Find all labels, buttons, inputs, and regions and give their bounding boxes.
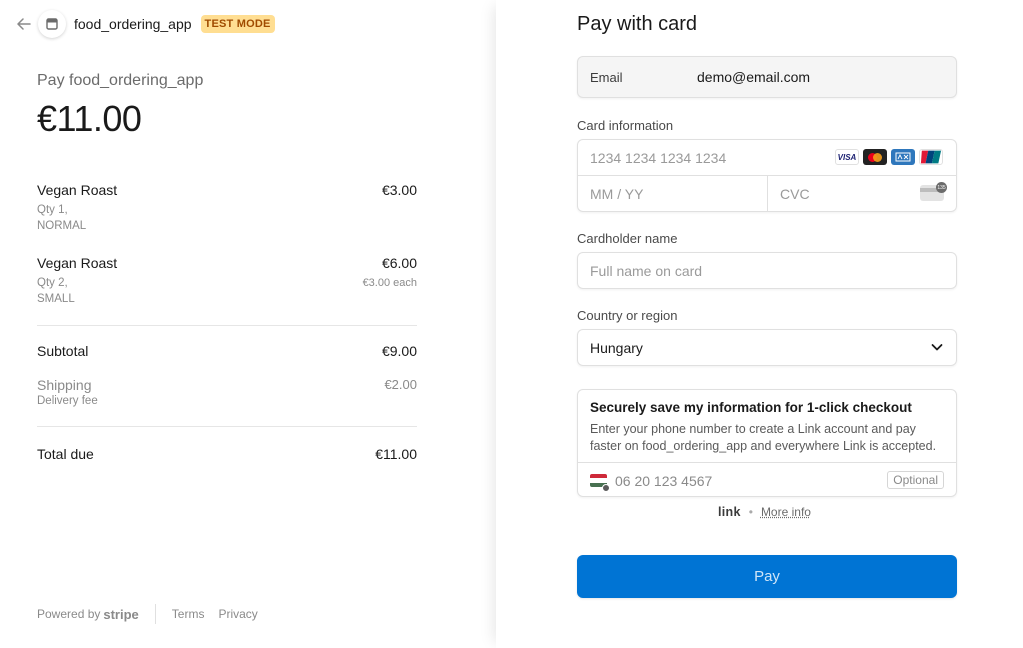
line-item-name: Vegan Roast bbox=[37, 255, 118, 271]
order-summary-panel: food_ordering_app TEST MODE Pay food_ord… bbox=[0, 0, 496, 648]
line-item-qty: Qty 2, bbox=[37, 277, 68, 289]
line-item-name: Vegan Roast bbox=[37, 182, 118, 198]
shipping-label: Shipping bbox=[37, 377, 92, 393]
divider bbox=[37, 426, 417, 427]
total-amount: €11.00 bbox=[37, 98, 142, 139]
cvc-card-icon: 135 bbox=[920, 182, 947, 201]
line-item-price: €6.00 bbox=[381, 255, 417, 271]
phone-value: 06 20 123 4567 bbox=[615, 473, 713, 489]
link-description: Enter your phone number to create a Link… bbox=[590, 422, 937, 453]
back-arrow-icon[interactable] bbox=[14, 14, 34, 34]
country-select[interactable]: Hungary bbox=[577, 329, 957, 366]
shipping-value: €2.00 bbox=[384, 377, 417, 392]
email-value: demo@email.com bbox=[697, 69, 811, 85]
card-info-label: Card information bbox=[577, 118, 674, 133]
link-meta: link • More info bbox=[718, 505, 811, 519]
privacy-link[interactable]: Privacy bbox=[218, 607, 257, 621]
merchant-name: food_ordering_app bbox=[74, 16, 192, 32]
shipping-sub: Delivery fee bbox=[37, 395, 98, 407]
check-badge-icon bbox=[602, 484, 610, 492]
cardholder-label: Cardholder name bbox=[577, 231, 678, 246]
shipping-row: Shipping €2.00 Delivery fee bbox=[37, 377, 417, 407]
stripe-logo[interactable]: stripe bbox=[103, 607, 138, 622]
card-brands: VISA bbox=[835, 149, 943, 165]
merchant-header: food_ordering_app TEST MODE bbox=[14, 10, 275, 38]
footer: Powered by stripe Terms Privacy bbox=[37, 604, 272, 624]
link-logo: link bbox=[718, 505, 741, 519]
line-item: Vegan Roast €6.00 €3.00 each Qty 2, SMAL… bbox=[37, 255, 417, 307]
line-item-qty: Qty 1, bbox=[37, 204, 68, 216]
amex-icon bbox=[891, 149, 915, 165]
unionpay-icon bbox=[919, 149, 943, 165]
subtotal-value: €9.00 bbox=[381, 343, 417, 359]
card-number-placeholder: 1234 1234 1234 1234 bbox=[590, 150, 727, 166]
country-label: Country or region bbox=[577, 308, 678, 323]
link-title: Securely save my information for 1-click… bbox=[590, 400, 912, 415]
more-info-link[interactable]: More info bbox=[761, 505, 811, 519]
cardholder-placeholder: Full name on card bbox=[590, 262, 703, 279]
pay-merchant-label: Pay food_ordering_app bbox=[37, 72, 204, 89]
cvc-placeholder: CVC bbox=[780, 186, 810, 202]
total-value: €11.00 bbox=[375, 446, 417, 462]
store-icon bbox=[38, 10, 66, 38]
mastercard-icon bbox=[863, 149, 887, 165]
subtotal-label: Subtotal bbox=[37, 343, 89, 359]
form-title: Pay with card bbox=[577, 13, 698, 35]
phone-input[interactable]: 06 20 123 4567 Optional bbox=[578, 462, 956, 497]
line-item-price: €3.00 bbox=[381, 182, 417, 198]
cardholder-name-input[interactable]: Full name on card bbox=[577, 252, 957, 289]
card-number-input[interactable]: 1234 1234 1234 1234 VISA bbox=[578, 140, 956, 176]
line-item-variant: NORMAL bbox=[37, 220, 87, 232]
powered-by-label: Powered by bbox=[37, 607, 101, 621]
optional-badge: Optional bbox=[887, 471, 944, 489]
footer-divider bbox=[154, 604, 156, 624]
pay-button[interactable]: Pay bbox=[577, 555, 957, 598]
link-save-info-box: Securely save my information for 1-click… bbox=[577, 389, 957, 497]
total-label: Total due bbox=[37, 446, 94, 462]
line-item: Vegan Roast €3.00 Qty 1, NORMAL bbox=[37, 182, 417, 234]
expiry-placeholder: MM / YY bbox=[590, 186, 644, 202]
email-label: Email bbox=[590, 69, 623, 85]
divider bbox=[37, 325, 417, 326]
country-value: Hungary bbox=[590, 339, 643, 356]
line-item-unit-price: €3.00 each bbox=[362, 277, 417, 289]
card-information-field: 1234 1234 1234 1234 VISA MM / YY CVC 135 bbox=[577, 139, 957, 212]
dot-separator: • bbox=[748, 505, 753, 519]
payment-form-panel: Pay with card Email demo@email.com Card … bbox=[496, 0, 1023, 648]
cvc-input[interactable]: CVC 135 bbox=[768, 176, 957, 212]
visa-icon: VISA bbox=[835, 149, 859, 165]
line-item-variant: SMALL bbox=[37, 293, 75, 305]
test-mode-badge: TEST MODE bbox=[200, 15, 275, 33]
subtotal-row: Subtotal €9.00 bbox=[37, 343, 417, 359]
expiry-input[interactable]: MM / YY bbox=[578, 176, 767, 212]
terms-link[interactable]: Terms bbox=[172, 607, 205, 621]
email-field[interactable]: Email demo@email.com bbox=[577, 56, 957, 98]
chevron-down-icon bbox=[930, 340, 944, 359]
total-row: Total due €11.00 bbox=[37, 446, 417, 462]
